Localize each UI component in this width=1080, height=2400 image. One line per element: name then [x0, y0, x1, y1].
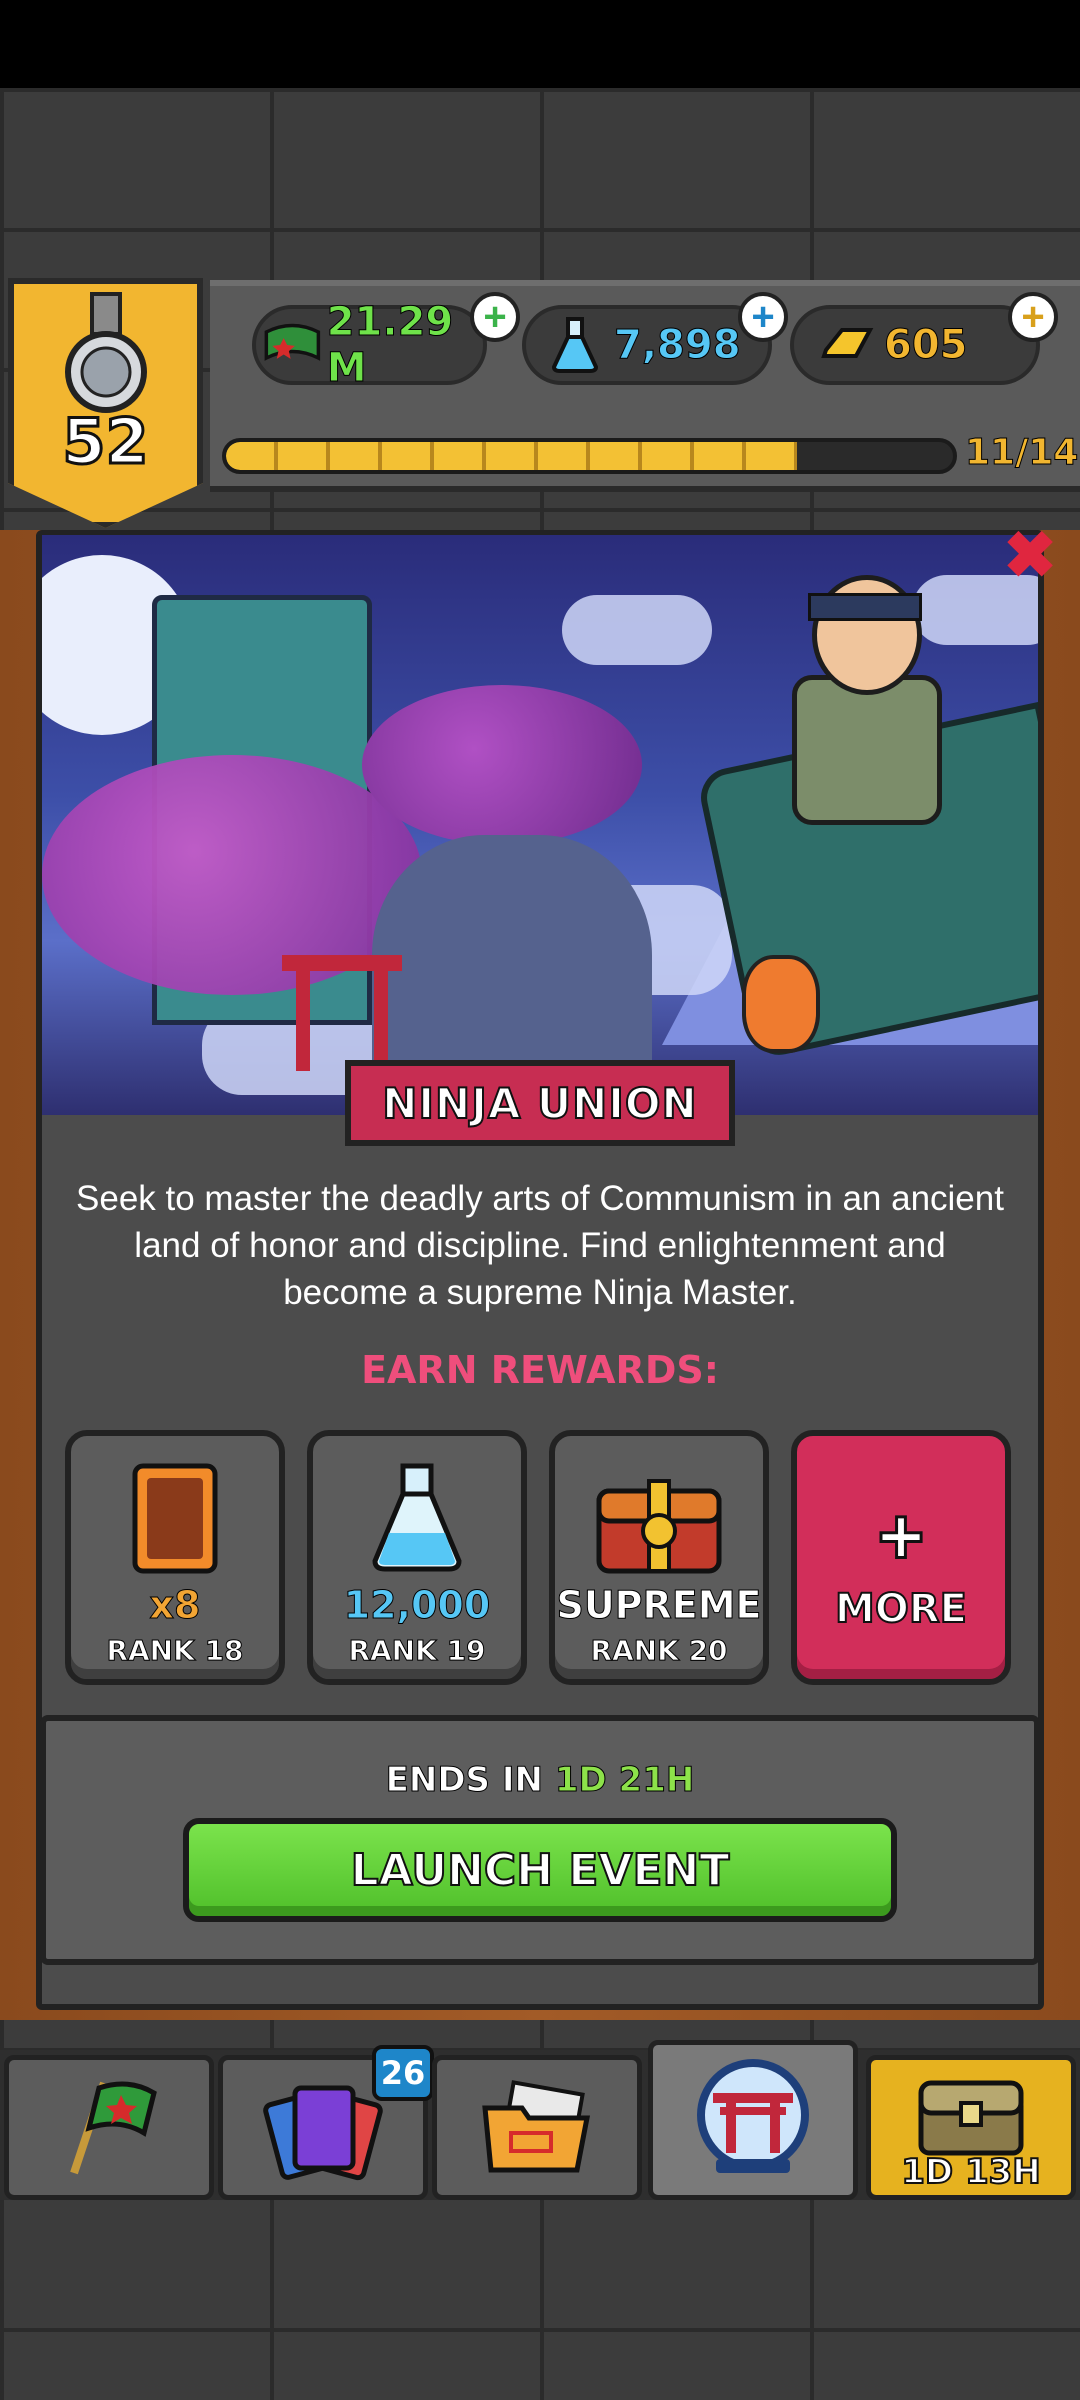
ninja-headband	[808, 593, 922, 621]
ninja-character	[782, 575, 942, 825]
ends-in-label: ENDS IN	[385, 1760, 555, 1801]
cards-count-badge: 26	[372, 2045, 434, 2101]
reward-rank-19[interactable]: 12,000 RANK 19	[307, 1430, 527, 1685]
cash-counter: 21.29 M	[252, 299, 487, 392]
card-icon	[132, 1463, 218, 1574]
star-flag-icon	[70, 2081, 157, 2174]
torii-globe-icon	[697, 2059, 809, 2173]
nav-tab-missions[interactable]	[432, 2055, 642, 2200]
add-science-button[interactable]: +	[738, 292, 788, 342]
reward-value: x8	[149, 1583, 201, 1628]
reward-rank: RANK 18	[106, 1634, 244, 1668]
flask-icon	[551, 317, 599, 373]
launch-event-label: LAUNCH EVENT	[350, 1844, 731, 1897]
status-bar	[0, 0, 1080, 88]
level-banner[interactable]	[8, 278, 203, 528]
ninja-body	[792, 675, 942, 825]
event-timer: ENDS IN 1D 21H	[0, 1760, 1080, 1801]
chest-icon	[918, 2080, 1024, 2155]
gold-bar-icon	[821, 328, 874, 358]
event-artwork	[42, 535, 1038, 1115]
reward-rank-18[interactable]: x8 RANK 18	[65, 1430, 285, 1685]
add-cash-button[interactable]: +	[470, 292, 520, 342]
more-rewards-button[interactable]: + MORE	[791, 1430, 1011, 1685]
cards-icon	[263, 2085, 383, 2180]
cash-value: 21.29 M	[326, 299, 454, 392]
reward-value: 12,000	[343, 1583, 491, 1628]
chest-timer: 1D 13H	[900, 2151, 1042, 2193]
gold-counter: 605	[790, 305, 1040, 385]
event-title: NINJA UNION	[381, 1078, 698, 1129]
xp-label: 11/14	[964, 432, 1079, 474]
nav-tab-events[interactable]	[648, 2040, 858, 2200]
reward-rank: RANK 19	[348, 1634, 486, 1668]
science-counter: 7,898	[522, 305, 772, 385]
add-gold-button[interactable]: +	[1008, 292, 1058, 342]
lantern	[742, 955, 820, 1053]
folder-icon	[482, 2079, 591, 2172]
player-level: 52	[61, 404, 150, 480]
science-value: 7,898	[614, 322, 742, 369]
close-button[interactable]: ✖	[990, 515, 1070, 595]
flask-icon	[372, 1463, 462, 1572]
close-icon: ✖	[1003, 518, 1057, 591]
medal-icon	[65, 292, 147, 413]
event-title-ribbon: NINJA UNION	[305, 1060, 775, 1156]
supreme-chest-icon	[596, 1479, 722, 1574]
reward-rank: RANK 20	[590, 1634, 728, 1668]
cherry-tree	[362, 685, 642, 845]
nav-tab-home[interactable]	[4, 2055, 214, 2200]
earn-rewards-heading: EARN REWARDS:	[361, 1348, 719, 1392]
event-description: Seek to master the deadly arts of Commun…	[76, 1179, 1004, 1312]
ends-in-time: 1D 21H	[554, 1760, 695, 1801]
gold-value: 605	[884, 322, 968, 369]
xp-progress-bar	[222, 438, 957, 474]
launch-event-button[interactable]: LAUNCH EVENT	[183, 1818, 897, 1922]
cash-flag-icon	[264, 323, 321, 361]
more-label: MORE	[834, 1585, 968, 1633]
reward-rank-20[interactable]: SUPREME RANK 20	[549, 1430, 769, 1685]
xp-progress-fill	[226, 442, 798, 470]
reward-value: SUPREME	[556, 1583, 762, 1628]
plus-icon: +	[876, 1491, 926, 1583]
cloud	[562, 595, 712, 665]
